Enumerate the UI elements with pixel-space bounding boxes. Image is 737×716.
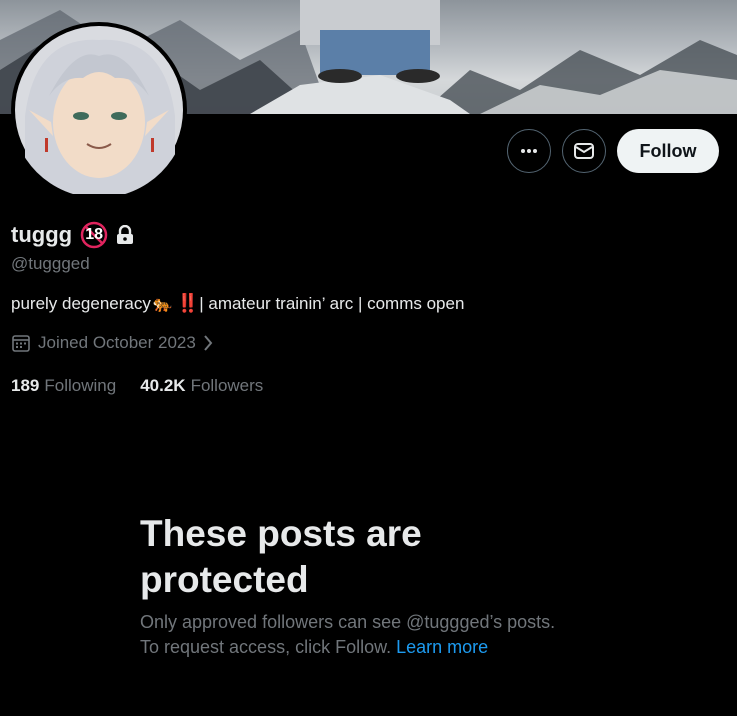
following-link[interactable]: 189 Following [11, 376, 116, 396]
protected-title-line1: These posts are [140, 513, 422, 554]
followers-count: 40.2K [140, 376, 186, 395]
profile-name-row: tuggg 18 [11, 219, 134, 251]
profile-handle: @tuggged [11, 254, 90, 273]
followers-label: Followers [190, 376, 264, 395]
more-options-button[interactable] [507, 129, 551, 173]
protected-description: Only approved followers can see @tuggged… [140, 610, 610, 660]
lock-icon [117, 225, 134, 244]
more-dots-icon [521, 149, 537, 153]
double-exclamation-emoji: ‼️ [176, 293, 199, 313]
following-label: Following [44, 376, 117, 395]
learn-more-link[interactable]: Learn more [396, 637, 488, 657]
age-restricted-icon: 18 [80, 221, 108, 249]
followers-link[interactable]: 40.2K Followers [140, 376, 263, 396]
joined-date[interactable]: Joined October 2023 [11, 333, 214, 353]
following-count: 189 [11, 376, 40, 395]
calendar-icon [12, 335, 30, 352]
display-name: tuggg [11, 222, 73, 247]
figure-jeans [320, 30, 430, 75]
protected-desc-line1: Only approved followers can see @tuggged… [140, 612, 556, 632]
follow-button[interactable]: Follow [617, 129, 719, 173]
protected-title: These posts are protected [140, 511, 540, 603]
envelope-icon [574, 143, 594, 159]
avatar[interactable] [11, 22, 187, 198]
protected-title-line2: protected [140, 559, 309, 600]
protected-desc-line2: To request access, click Follow. Learn m… [140, 635, 610, 660]
joined-text: Joined October 2023 [38, 333, 196, 352]
age-badge-text: 18 [85, 226, 103, 243]
profile-stats: 189 Following 40.2K Followers [11, 376, 287, 396]
bio-text: | amateur trainin’ arc | comms open [199, 293, 465, 313]
chevron-right-icon [204, 335, 213, 351]
profile-bio: purely degeneracy 🐅 ‼️ | amateur trainin… [11, 293, 464, 314]
bio-prefix: purely degeneracy [11, 293, 151, 313]
avatar-image [15, 26, 183, 194]
tiger-emoji: 🐅 [152, 295, 173, 313]
message-button[interactable] [562, 129, 606, 173]
protected-desc-line2-text: To request access, click Follow. [140, 637, 397, 657]
